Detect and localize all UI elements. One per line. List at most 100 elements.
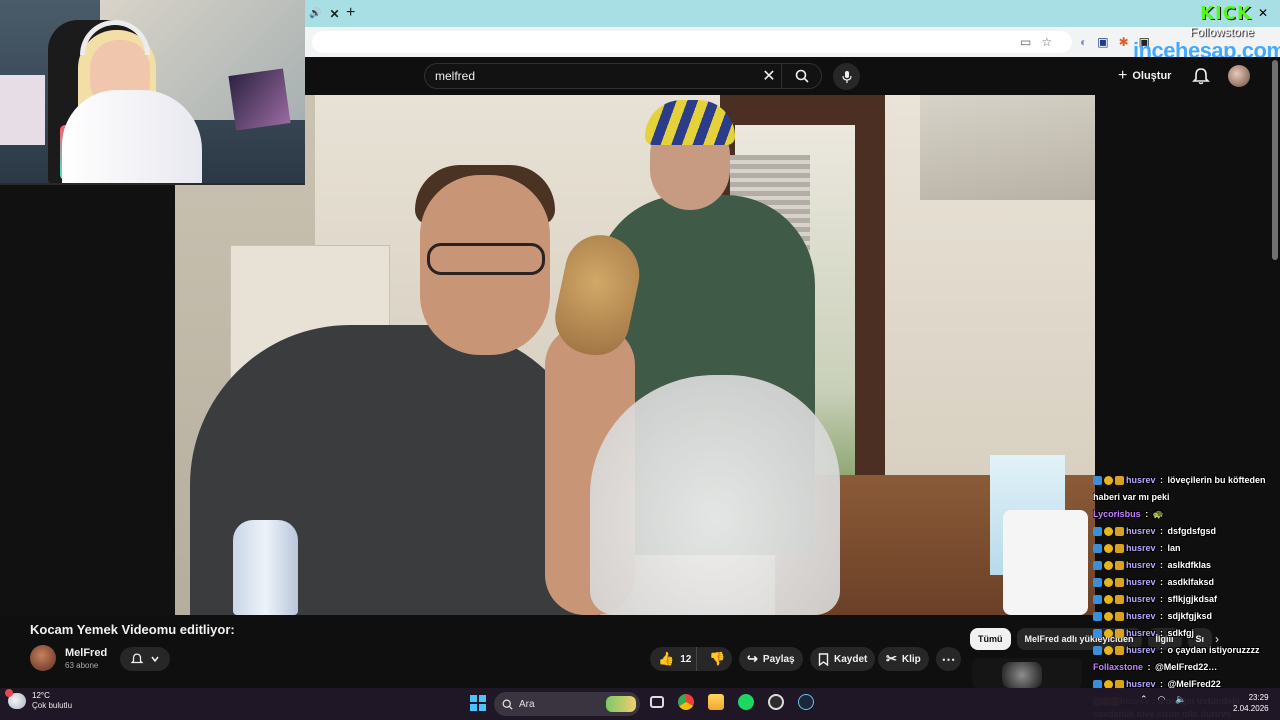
chat-username[interactable]: husrev	[1126, 472, 1156, 489]
chat-separator: :	[1157, 475, 1166, 485]
windows-taskbar	[0, 688, 1280, 720]
windows-start-icon[interactable]	[470, 695, 486, 711]
weather-widget[interactable]: 12°C Çok bulutlu	[5, 689, 72, 711]
chat-text: aslkdfklas	[1167, 560, 1212, 570]
close-icon[interactable]: ✕	[1258, 6, 1268, 20]
chat-text: lan	[1167, 543, 1181, 553]
file-explorer-icon[interactable]	[708, 694, 724, 710]
dislike-button[interactable]: 👎	[702, 647, 732, 671]
volume-icon[interactable]: 🔈	[1175, 694, 1186, 705]
chat-badge-icon	[1115, 544, 1124, 553]
chat-username[interactable]: husrev	[1126, 557, 1156, 574]
address-bar-icons: ▭ ☆	[1020, 31, 1052, 53]
chat-message: husrev : löveçilerin bu köfteden	[1093, 472, 1278, 489]
system-clock[interactable]: 23:29 2.04.2026	[1233, 692, 1269, 714]
taskbar-apps	[650, 694, 814, 710]
browser-tab[interactable]: 🔊 ✕	[305, 0, 365, 27]
spotify-icon[interactable]	[738, 694, 754, 710]
related-video-thumbnail[interactable]	[972, 658, 1082, 688]
channel-avatar[interactable]	[30, 645, 56, 671]
chat-separator: :	[1157, 526, 1166, 536]
search-input[interactable]: melfred	[435, 69, 757, 83]
chat-username[interactable]: husrev	[1126, 523, 1156, 540]
browser-tab-bar	[305, 0, 1280, 27]
save-label: Kaydet	[834, 653, 868, 665]
search-box[interactable]: melfred ✕	[424, 63, 822, 89]
chat-username[interactable]: Follaxstone	[1093, 659, 1143, 676]
chat-username[interactable]: husrev	[1126, 574, 1156, 591]
chat-separator: :	[1157, 594, 1166, 604]
chat-username[interactable]: husrev	[1126, 608, 1156, 625]
taskbar-search[interactable]: Ara	[494, 692, 640, 716]
chevron-down-icon	[151, 656, 159, 663]
chat-text: dsfgdsfgsd	[1167, 526, 1217, 536]
chevron-up-icon[interactable]: ⌃	[1140, 694, 1148, 705]
share-label: Paylaş	[762, 653, 795, 665]
chat-badge-icon	[1093, 476, 1102, 485]
bookmark-star-icon[interactable]: ☆	[1041, 35, 1052, 49]
chat-separator: :	[1157, 577, 1166, 587]
obs-icon[interactable]	[768, 694, 784, 710]
microphone-icon	[841, 70, 852, 83]
extension-icon[interactable]: ✱	[1119, 35, 1129, 49]
chat-separator: :	[1145, 662, 1154, 672]
create-label: Oluştur	[1132, 70, 1172, 82]
install-icon[interactable]: ▭	[1020, 35, 1031, 49]
taskbar-search-placeholder: Ara	[519, 698, 535, 710]
plus-icon: +	[1118, 67, 1128, 84]
chat-username[interactable]: husrev	[1126, 540, 1156, 557]
clip-button[interactable]: ✂ Klip	[878, 647, 929, 671]
chat-message: haberi var mı peki	[1093, 489, 1278, 506]
close-tab-button[interactable]: ✕	[329, 7, 339, 21]
thumbs-down-icon: 👎	[709, 651, 726, 666]
subscription-bell-button[interactable]	[120, 647, 170, 671]
chat-badge-icon	[1093, 544, 1102, 553]
wifi-icon[interactable]: ◠	[1158, 694, 1166, 705]
chat-badge-icon	[1093, 612, 1102, 621]
chat-message: husrev : o çaydan istiyoruzzzz	[1093, 642, 1278, 659]
create-button[interactable]: + Oluştur	[1118, 66, 1171, 86]
chat-separator: :	[1157, 611, 1166, 621]
task-view-icon[interactable]	[650, 696, 664, 708]
chrome-icon[interactable]	[678, 694, 694, 710]
chip-all[interactable]: Tümü	[970, 628, 1011, 650]
chat-badge-icon	[1115, 578, 1124, 587]
search-icon	[502, 699, 513, 710]
like-button[interactable]: 👍 12	[650, 647, 698, 671]
account-avatar[interactable]	[1228, 65, 1250, 87]
new-tab-button[interactable]: +	[346, 4, 355, 22]
clock-date: 2.04.2026	[1233, 704, 1269, 713]
chat-badge-icon	[1104, 646, 1113, 655]
chat-badge-icon	[1115, 595, 1124, 604]
channel-name[interactable]: MelFred	[65, 647, 107, 659]
thumbs-up-icon: 👍	[658, 651, 675, 666]
chat-username[interactable]: Lycorisbus	[1093, 506, 1141, 523]
scissors-icon: ✂	[886, 651, 897, 666]
sidebar-area	[1095, 95, 1280, 475]
video-player[interactable]	[175, 95, 1095, 615]
chat-username[interactable]: husrev	[1126, 625, 1156, 642]
chat-separator: :	[1157, 645, 1166, 655]
chat-badge-icon	[1104, 629, 1113, 638]
steam-icon[interactable]	[798, 694, 814, 710]
address-field[interactable]	[312, 31, 1072, 53]
notifications-bell-icon[interactable]	[1191, 66, 1211, 86]
chat-message: husrev : sdjkfgjksd	[1093, 608, 1278, 625]
cloud-icon	[5, 689, 26, 709]
clear-search-icon[interactable]: ✕	[757, 66, 781, 86]
chat-username[interactable]: husrev	[1126, 591, 1156, 608]
chat-badge-icon	[1104, 476, 1113, 485]
chat-username[interactable]: husrev	[1126, 642, 1156, 659]
search-button[interactable]	[781, 64, 821, 88]
voice-search-button[interactable]	[833, 63, 860, 90]
chat-badge-icon	[1093, 561, 1102, 570]
chat-message: husrev : sflkjgjkdsaf	[1093, 591, 1278, 608]
chat-badge-icon	[1104, 595, 1113, 604]
chat-message: husrev : aslkdfklas	[1093, 557, 1278, 574]
share-button[interactable]: ↪ Paylaş	[739, 647, 803, 671]
extension-icon[interactable]: ◐	[1080, 35, 1087, 49]
save-button[interactable]: Kaydet	[810, 647, 876, 671]
page-scrollbar[interactable]	[1272, 60, 1278, 260]
more-actions-button[interactable]: ⋯	[936, 647, 961, 671]
extension-icon[interactable]: ▣	[1097, 35, 1108, 49]
